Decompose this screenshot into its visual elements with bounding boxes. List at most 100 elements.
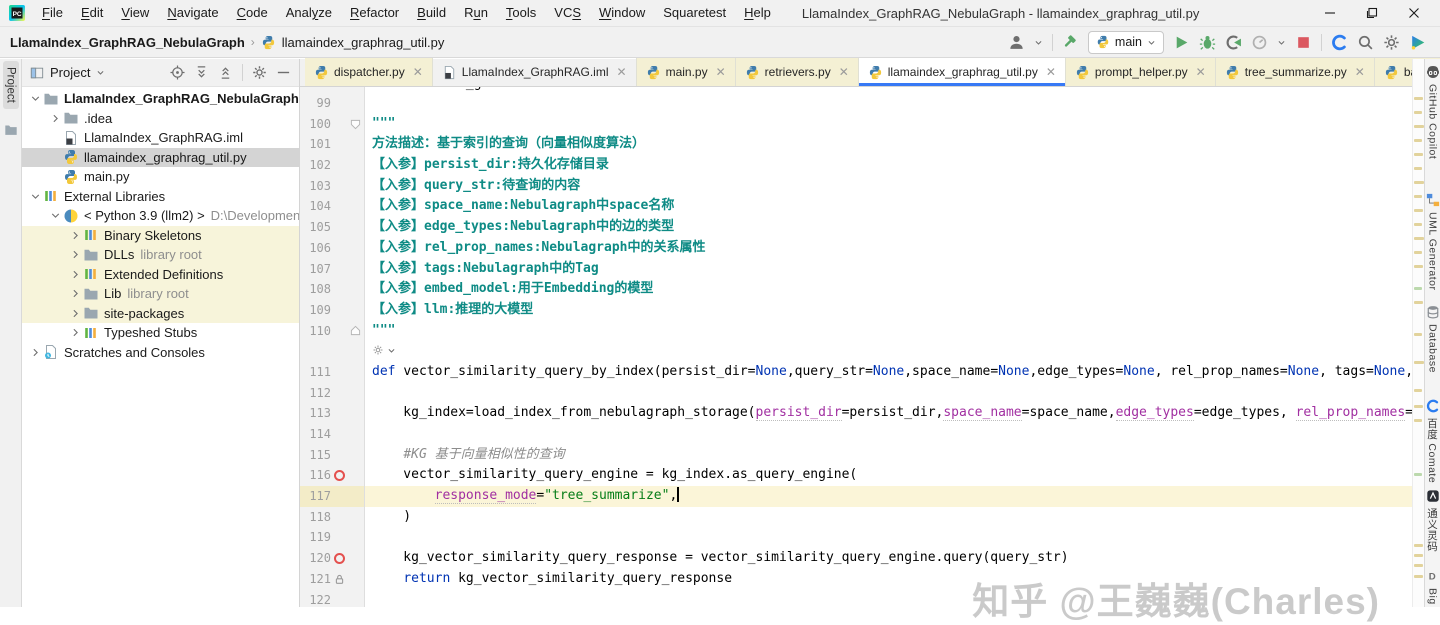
gutter[interactable] — [300, 341, 365, 362]
menu-help[interactable]: Help — [735, 0, 780, 26]
stripe-mark[interactable] — [1414, 287, 1422, 290]
stripe-mark[interactable] — [1414, 361, 1424, 364]
chevron-right-icon[interactable] — [28, 346, 43, 359]
code-text[interactable]: 【入参】embed_model:用于Embedding的模型 — [365, 279, 1412, 300]
tree-item-binary-skeletons[interactable]: Binary Skeletons — [22, 226, 299, 246]
tab-prompt_helper.py[interactable]: prompt_helper.py✕ — [1066, 58, 1216, 86]
close-tab-icon[interactable]: ✕ — [1355, 65, 1365, 79]
stripe-mark[interactable] — [1414, 181, 1424, 184]
tab-llamaindex_graphrag_util.py[interactable]: llamaindex_graphrag_util.py✕ — [859, 58, 1066, 86]
close-tab-icon[interactable]: ✕ — [839, 65, 849, 79]
stripe-mark[interactable] — [1414, 125, 1424, 128]
menu-build[interactable]: Build — [408, 0, 455, 26]
code-text[interactable]: #KG 基于向量相似性的查询 — [365, 445, 1412, 466]
stripe-mark[interactable] — [1414, 97, 1423, 100]
tree-item-.idea[interactable]: .idea — [22, 109, 299, 129]
line-number[interactable]: 104 — [300, 196, 331, 217]
locate-icon[interactable] — [170, 65, 185, 80]
line-number[interactable]: 121 — [300, 569, 331, 590]
hide-icon[interactable] — [276, 65, 291, 80]
stripe-mark[interactable] — [1414, 209, 1423, 212]
breadcrumb-project[interactable]: LlamaIndex_GraphRAG_NebulaGraph — [10, 35, 245, 50]
line-number[interactable]: 115 — [300, 445, 331, 466]
chevron-down-icon[interactable] — [1034, 38, 1043, 47]
line-number[interactable]: 114 — [300, 424, 331, 445]
code-text[interactable] — [365, 383, 1412, 404]
code-text[interactable]: 【入参】tags:Nebulagraph中的Tag — [365, 259, 1412, 280]
gutter[interactable]: 120 — [300, 548, 365, 569]
settings-icon[interactable] — [252, 65, 267, 80]
gutter[interactable]: 102 — [300, 155, 365, 176]
line-number[interactable]: 120 — [300, 548, 331, 569]
tree-item-llamaindex-graphrag.iml[interactable]: LlamaIndex_GraphRAG.iml — [22, 128, 299, 148]
menu-view[interactable]: View — [112, 0, 158, 26]
tree-item-external-libraries[interactable]: External Libraries — [22, 187, 299, 207]
gutter[interactable]: 122 — [300, 590, 365, 608]
menu-analyze[interactable]: Analyze — [277, 0, 341, 26]
gutter[interactable]: 111 — [300, 362, 365, 383]
ai-inlay-gear-icon[interactable] — [372, 344, 384, 356]
stripe-mark[interactable] — [1414, 139, 1422, 142]
error-stripe[interactable] — [1412, 59, 1424, 607]
chevron-right-icon[interactable] — [68, 307, 83, 320]
code-text[interactable]: 【入参】query_str:待查询的内容 — [365, 176, 1412, 197]
line-number[interactable]: 110 — [300, 321, 331, 342]
tool-button-database[interactable]: Database — [1425, 305, 1440, 373]
code-text[interactable]: response_mode="tree_summarize", — [365, 486, 1412, 507]
code-text[interactable]: vector_similarity_query_engine = kg_inde… — [365, 465, 1412, 486]
tab-retrievers.py[interactable]: retrievers.py✕ — [736, 58, 859, 86]
chevron-down-icon[interactable] — [1277, 38, 1286, 47]
expand-all-icon[interactable] — [194, 65, 209, 80]
project-tool-button[interactable]: Project — [3, 61, 19, 109]
close-tab-icon[interactable]: ✕ — [1196, 65, 1206, 79]
code-text[interactable] — [365, 590, 1412, 608]
chevron-right-icon[interactable] — [68, 268, 83, 281]
code-text[interactable]: def vector_similarity_query_by_index(per… — [365, 362, 1412, 383]
stripe-mark[interactable] — [1414, 405, 1423, 408]
chevron-right-icon[interactable] — [68, 287, 83, 300]
collapse-all-icon[interactable] — [218, 65, 233, 80]
line-number[interactable]: 105 — [300, 217, 331, 238]
code-text[interactable]: ) — [365, 507, 1412, 528]
line-number[interactable]: 106 — [300, 238, 331, 259]
maximize-icon[interactable] — [1366, 7, 1378, 19]
close-tab-icon[interactable]: ✕ — [716, 65, 726, 79]
tree-item-lib[interactable]: Liblibrary root — [22, 284, 299, 304]
gutter[interactable]: 119 — [300, 527, 365, 548]
gutter[interactable]: 106 — [300, 238, 365, 259]
search-icon[interactable] — [1357, 34, 1374, 51]
gutter[interactable]: 117 — [300, 486, 365, 507]
gutter[interactable]: 101 — [300, 134, 365, 155]
settings-icon[interactable] — [1383, 34, 1400, 51]
tree-item-scratches-and-consoles[interactable]: Scratches and Consoles — [22, 343, 299, 363]
code-text[interactable]: kg_index=load_index_from_nebulagraph_sto… — [365, 403, 1412, 424]
gutter[interactable]: 112 — [300, 383, 365, 404]
tab-main.py[interactable]: main.py✕ — [637, 58, 736, 86]
tree-item--python-3.9-llm2-[interactable]: < Python 3.9 (llm2) >D:\Development\L — [22, 206, 299, 226]
fold-down-icon[interactable] — [350, 119, 361, 130]
chevron-right-icon[interactable] — [48, 112, 63, 125]
close-tab-icon[interactable]: ✕ — [1046, 65, 1056, 79]
line-number[interactable]: 109 — [300, 300, 331, 321]
breakpoint-icon[interactable] — [334, 470, 345, 481]
tree-item-typeshed-stubs[interactable]: Typeshed Stubs — [22, 323, 299, 343]
gutter[interactable]: 107 — [300, 259, 365, 280]
gutter[interactable]: 99 — [300, 93, 365, 114]
folder-icon[interactable] — [4, 123, 18, 137]
tree-item-dlls[interactable]: DLLslibrary root — [22, 245, 299, 265]
chevron-right-icon[interactable] — [68, 326, 83, 339]
tab-LlamaIndex_GraphRAG.iml[interactable]: LlamaIndex_GraphRAG.iml✕ — [433, 58, 637, 86]
close-tab-icon[interactable]: ✕ — [413, 65, 423, 79]
chevron-right-icon[interactable] — [68, 248, 83, 261]
ai-logo-icon[interactable] — [1409, 34, 1426, 51]
code-text[interactable]: """ — [365, 114, 1412, 135]
gutter[interactable]: 100 — [300, 114, 365, 135]
user-icon[interactable] — [1008, 34, 1025, 51]
line-number[interactable]: 103 — [300, 176, 331, 197]
code-text[interactable] — [365, 424, 1412, 445]
profiler-icon[interactable] — [1251, 34, 1268, 51]
gutter[interactable]: 113 — [300, 403, 365, 424]
chevron-down-icon[interactable] — [28, 92, 43, 105]
menu-file[interactable]: File — [33, 0, 72, 26]
fold-up-icon[interactable] — [350, 325, 361, 336]
